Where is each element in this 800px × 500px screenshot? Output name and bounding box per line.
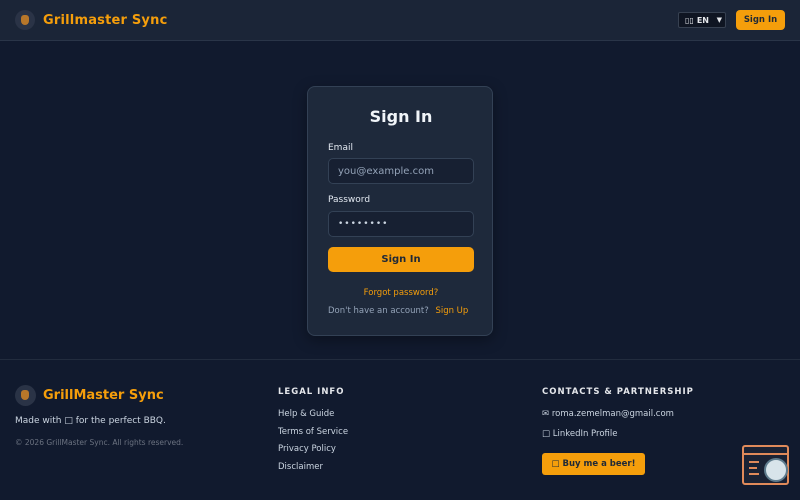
brand-name: Grillmaster Sync <box>43 12 168 28</box>
signin-card: Sign In Email you@example.com Password •… <box>307 86 493 336</box>
disclaimer-link[interactable]: Disclaimer <box>278 462 323 472</box>
footer-brand-name: GrillMaster Sync <box>43 388 164 403</box>
footer: GrillMaster Sync Made with □ for the per… <box>0 359 800 500</box>
widget-line <box>749 461 759 463</box>
password-field[interactable]: •••••••• <box>328 211 474 237</box>
page-title: Sign In <box>369 107 433 126</box>
grill-logo-icon <box>15 385 36 406</box>
forgot-password-link[interactable]: Forgot password? <box>308 288 494 298</box>
email-field[interactable]: you@example.com <box>328 158 474 184</box>
email-label: Email <box>328 143 353 153</box>
legal-heading: LEGAL INFO <box>278 387 345 397</box>
footer-tagline: Made with □ for the perfect BBQ. <box>15 416 166 426</box>
widget-bar <box>744 453 787 455</box>
flag-icon: ▯▯ <box>685 15 694 25</box>
header-signin-button[interactable]: Sign In <box>736 10 785 30</box>
widget-avatar-icon <box>764 458 788 482</box>
help-guide-link[interactable]: Help & Guide <box>278 409 334 419</box>
buy-beer-button[interactable]: □ Buy me a beer! <box>542 453 645 475</box>
terms-link[interactable]: Terms of Service <box>278 427 348 437</box>
no-account-text: Don't have an account? <box>328 306 429 316</box>
linkedin-link[interactable]: □ LinkedIn Profile <box>542 429 618 439</box>
widget-line <box>749 473 759 475</box>
footer-copyright: © 2026 GrillMaster Sync. All rights rese… <box>15 438 184 447</box>
contacts-heading: CONTACTS & PARTNERSHIP <box>542 387 694 397</box>
password-value: •••••••• <box>338 219 389 229</box>
language-value: EN <box>696 15 709 25</box>
widget-line <box>749 467 757 469</box>
signin-submit-button[interactable]: Sign In <box>328 247 474 272</box>
email-placeholder: you@example.com <box>338 165 434 177</box>
language-select[interactable]: ▯▯ EN ▼ <box>678 12 726 28</box>
signup-link[interactable]: Sign Up <box>435 306 468 316</box>
password-label: Password <box>328 195 371 205</box>
chevron-down-icon: ▼ <box>716 16 722 24</box>
top-navbar: Grillmaster Sync ▯▯ EN ▼ Sign In <box>0 0 800 41</box>
footer-brand: GrillMaster Sync <box>15 385 164 406</box>
grill-logo-icon <box>15 10 35 30</box>
signup-row: Don't have an account? Sign Up <box>328 306 468 316</box>
header-brand[interactable]: Grillmaster Sync <box>15 10 167 30</box>
privacy-link[interactable]: Privacy Policy <box>278 444 336 454</box>
email-contact-link[interactable]: ✉ roma.zemelman@gmail.com <box>542 409 674 419</box>
floating-chat-widget-icon[interactable] <box>742 445 789 485</box>
